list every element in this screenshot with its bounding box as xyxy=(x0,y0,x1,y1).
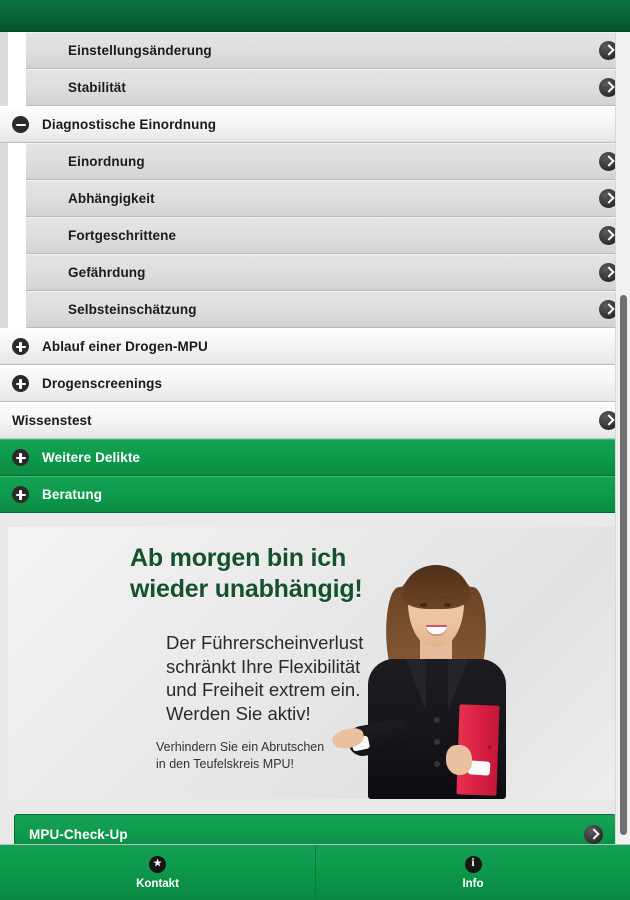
accordion-item-label: Selbsteinschätzung xyxy=(68,301,197,317)
eye-right-shape xyxy=(444,603,451,607)
lapel-left-shape xyxy=(406,659,426,711)
accordion-item-label: Einordnung xyxy=(68,153,145,169)
accordion-group-beratung[interactable]: Beratung xyxy=(0,476,630,513)
top-header-bar xyxy=(0,0,630,32)
scrollbar-thumb[interactable] xyxy=(620,295,627,835)
info-icon: i xyxy=(464,855,482,873)
accordion-group-ablauf-einer-drogen-mpu[interactable]: Ablauf einer Drogen-MPU xyxy=(0,328,630,365)
accordion-item-label: Gefährdung xyxy=(68,264,146,280)
accordion-item-label: Ablauf einer Drogen-MPU xyxy=(42,338,208,354)
star-glyph: ★ xyxy=(152,857,163,870)
jacket-button-shape xyxy=(434,717,440,723)
accordion-item-label: Fortgeschrittene xyxy=(68,227,177,243)
bottom-tab-bar: ★ Kontakt i Info xyxy=(0,844,630,900)
tab-kontakt-label: Kontakt xyxy=(136,877,179,890)
accordion-subitem-einordnung[interactable]: Einordnung xyxy=(26,143,630,180)
plus-icon[interactable] xyxy=(12,338,29,355)
accordion-item-label: Drogenscreenings xyxy=(42,375,163,391)
accordion-subitem-selbsteinschaetzung[interactable]: Selbsteinschätzung xyxy=(26,291,630,328)
plus-icon[interactable] xyxy=(12,375,29,392)
cta-container: MPU-Check-Up xyxy=(0,799,630,844)
banner-body-text: Der Führerscheinverlust schränkt Ihre Fl… xyxy=(166,632,364,725)
hair-front-shape xyxy=(402,565,470,609)
accordion-item-label: Wissenstest xyxy=(12,412,92,428)
banner-subtext: Verhindern Sie ein Abrutschen in den Teu… xyxy=(156,740,325,771)
accordion-subitem-gefaehrdung[interactable]: Gefährdung xyxy=(26,254,630,291)
accordion-subitem-abhaengigkeit[interactable]: Abhängigkeit xyxy=(26,180,630,217)
banner-headline: Ab morgen bin ich wieder unabhängig! xyxy=(130,544,363,603)
accordion-item-label: Einstellungsänderung xyxy=(68,42,212,58)
section-divider xyxy=(0,513,630,527)
content-viewport: Einstellungsänderung Stabilität Diagnost… xyxy=(0,32,630,844)
jacket-button-shape xyxy=(434,739,440,745)
minus-icon[interactable] xyxy=(12,116,29,133)
accordion-item-label: Diagnostische Einordnung xyxy=(42,116,217,132)
lapel-right-shape xyxy=(448,659,468,711)
accordion-subitem-einstellungsaenderung[interactable]: Einstellungsänderung xyxy=(26,32,630,69)
accordion-group-diagnostische-einordnung[interactable]: Diagnostische Einordnung xyxy=(0,106,630,143)
mpu-check-up-label: MPU-Check-Up xyxy=(29,826,128,842)
eye-left-shape xyxy=(420,603,427,607)
businesswoman-photo xyxy=(330,547,526,799)
chevron-right-icon[interactable] xyxy=(584,825,603,844)
plus-icon[interactable] xyxy=(12,486,29,503)
accordion-subitem-stabilitaet[interactable]: Stabilität xyxy=(26,69,630,106)
banner-container: Ab morgen bin ich wieder unabhängig! Der… xyxy=(0,527,630,799)
accordion-item-label: Stabilität xyxy=(68,79,127,95)
accordion-group-body-upper: Einstellungsänderung Stabilität xyxy=(0,32,630,106)
accordion-item-wissenstest[interactable]: Wissenstest xyxy=(0,402,630,439)
accordion-item-label: Weitere Delikte xyxy=(42,449,141,465)
tab-info[interactable]: i Info xyxy=(315,845,630,900)
hand-holding-folder-shape xyxy=(446,745,472,775)
mpu-check-up-button[interactable]: MPU-Check-Up xyxy=(14,814,616,844)
accordion-group-weitere-delikte[interactable]: Weitere Delikte xyxy=(0,439,630,476)
accordion-item-label: Abhängigkeit xyxy=(68,190,155,206)
accordion-menu: Einstellungsänderung Stabilität Diagnost… xyxy=(0,32,630,513)
accordion-group-body-diagnostische-einordnung: Einordnung Abhängigkeit Fortgeschrittene… xyxy=(0,143,630,328)
tab-info-label: Info xyxy=(462,877,484,890)
accordion-subitem-fortgeschrittene[interactable]: Fortgeschrittene xyxy=(26,217,630,254)
vertical-scrollbar[interactable] xyxy=(615,32,630,844)
tab-kontakt[interactable]: ★ Kontakt xyxy=(0,845,315,900)
promo-banner[interactable]: Ab morgen bin ich wieder unabhängig! Der… xyxy=(8,527,622,799)
accordion-group-drogenscreenings[interactable]: Drogenscreenings xyxy=(0,365,630,402)
star-icon: ★ xyxy=(149,855,166,873)
jacket-button-shape xyxy=(434,761,440,767)
info-glyph: i xyxy=(471,857,475,870)
plus-icon[interactable] xyxy=(12,449,29,466)
app-root: Einstellungsänderung Stabilität Diagnost… xyxy=(0,0,630,900)
accordion-item-label: Beratung xyxy=(42,486,103,502)
